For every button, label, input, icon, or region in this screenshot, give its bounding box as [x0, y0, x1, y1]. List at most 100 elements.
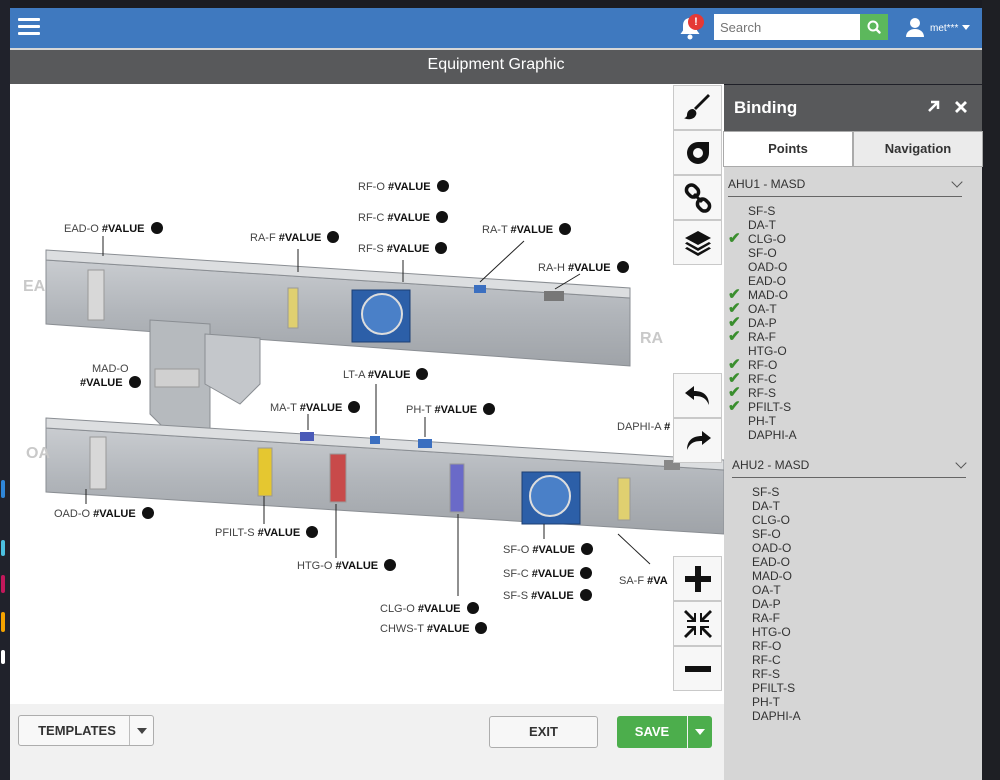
paintbrush-icon	[684, 94, 710, 120]
zoom-out-button[interactable]	[673, 646, 722, 691]
point-label-ead-o[interactable]: EAD-O #VALUE	[64, 222, 163, 235]
fit-to-screen-button[interactable]	[673, 601, 722, 646]
point-item[interactable]: OA-T	[748, 302, 777, 316]
point-label-oad-o[interactable]: OAD-O #VALUE	[54, 507, 154, 520]
layers-icon	[685, 231, 711, 256]
point-item[interactable]: RF-S	[748, 386, 776, 400]
zone-label-ea: EA	[23, 278, 46, 295]
save-button[interactable]: SAVE	[617, 716, 687, 748]
hamburger-menu-icon[interactable]	[18, 18, 40, 36]
point-label-daphi-a[interactable]: DAPHI-A #	[617, 421, 670, 433]
style-brush-button[interactable]	[673, 85, 722, 130]
point-item[interactable]: OAD-O	[748, 260, 787, 274]
point-item[interactable]: RA-F	[748, 330, 776, 344]
compress-icon	[684, 610, 712, 638]
window-top-edge	[0, 0, 1000, 8]
zone-label-ra: RA	[640, 330, 664, 347]
link-icon	[684, 183, 712, 213]
point-item[interactable]: HTG-O	[748, 344, 787, 358]
point-item[interactable]: SF-S	[752, 485, 779, 499]
notification-badge: !	[688, 14, 704, 30]
chevron-down-icon[interactable]	[962, 25, 970, 30]
equipment-graphic-canvas[interactable]: EA OA RA RF-O #VALUE RF-C #VALUE RF-S #V…	[10, 84, 724, 704]
point-item[interactable]: SF-O	[748, 246, 777, 260]
tab-points[interactable]: Points	[723, 131, 853, 167]
point-item[interactable]: EAD-O	[752, 555, 790, 569]
templates-dropdown-icon[interactable]	[137, 728, 147, 734]
point-label-clg-o[interactable]: CLG-O #VALUE	[380, 602, 479, 615]
point-label-sf-s[interactable]: SF-S #VALUE	[503, 589, 592, 602]
search-icon	[867, 20, 881, 34]
exit-button[interactable]: EXIT	[489, 716, 598, 748]
templates-button-label[interactable]: TEMPLATES	[18, 723, 136, 738]
layers-button[interactable]	[673, 220, 722, 265]
point-item[interactable]: RA-F	[752, 611, 780, 625]
popout-icon[interactable]	[925, 99, 941, 115]
point-item[interactable]: RF-O	[752, 639, 781, 653]
minus-icon	[685, 666, 711, 672]
left-window-edge	[0, 0, 10, 780]
point-label-mad-o[interactable]: MAD-O #VALUE	[80, 362, 141, 390]
point-label-htg-o[interactable]: HTG-O #VALUE	[297, 559, 397, 572]
undo-icon	[685, 386, 709, 405]
point-label-rf-o[interactable]: RF-O #VALUE	[358, 180, 449, 193]
group-header-2[interactable]: AHU2 - MASD	[732, 458, 809, 472]
point-item[interactable]: EAD-O	[748, 274, 786, 288]
point-item[interactable]: MAD-O	[752, 569, 792, 583]
point-item[interactable]: SF-S	[748, 204, 775, 218]
point-label-rf-s[interactable]: RF-S #VALUE	[358, 242, 448, 255]
point-label-sf-o[interactable]: SF-O #VALUE	[503, 543, 593, 556]
redo-icon	[687, 431, 711, 450]
point-item[interactable]: MAD-O	[748, 288, 788, 302]
point-label-sa-f[interactable]: SA-F #VA	[619, 575, 668, 587]
point-label-ra-t[interactable]: RA-T #VALUE	[482, 223, 572, 236]
point-item[interactable]: DA-P	[748, 316, 777, 330]
binding-link-button[interactable]	[673, 175, 722, 220]
close-icon[interactable]	[953, 99, 969, 115]
point-item[interactable]: PFILT-S	[752, 681, 795, 695]
point-item[interactable]: CLG-O	[752, 513, 790, 527]
point-item[interactable]: RF-S	[752, 667, 780, 681]
point-item[interactable]: HTG-O	[752, 625, 791, 639]
point-label-ra-f[interactable]: RA-F #VALUE	[250, 231, 340, 244]
component-button[interactable]	[673, 130, 722, 175]
right-window-edge	[982, 0, 1000, 780]
point-label-ra-h[interactable]: RA-H #VALUE	[538, 261, 629, 274]
point-item[interactable]: DA-P	[752, 597, 781, 611]
point-item[interactable]: CLG-O	[748, 232, 786, 246]
point-item[interactable]: RF-C	[752, 653, 781, 667]
point-item[interactable]: DA-T	[752, 499, 780, 513]
group-divider	[732, 477, 966, 478]
point-item[interactable]: PFILT-S	[748, 400, 791, 414]
redo-button[interactable]	[673, 418, 722, 463]
tab-navigation[interactable]: Navigation	[853, 131, 983, 167]
user-menu-name[interactable]: met***	[930, 23, 958, 34]
point-label-lt-a[interactable]: LT-A #VALUE	[343, 368, 429, 381]
user-avatar-icon[interactable]	[904, 16, 926, 38]
binding-panel-title: Binding	[734, 98, 798, 117]
search-input[interactable]	[714, 14, 860, 40]
point-item[interactable]: OAD-O	[752, 541, 791, 555]
point-label-chws-t[interactable]: CHWS-T #VALUE	[380, 622, 488, 635]
search-button[interactable]	[860, 14, 888, 40]
point-item[interactable]: DA-T	[748, 218, 776, 232]
bound-check-icon: ✔	[728, 230, 741, 247]
point-item[interactable]: PH-T	[752, 695, 780, 709]
point-item[interactable]: OA-T	[752, 583, 781, 597]
point-item[interactable]: DAPHI-A	[752, 709, 801, 723]
save-dropdown-button[interactable]	[688, 716, 712, 748]
ahu-duct-illustration	[45, 236, 724, 596]
group-header-1[interactable]: AHU1 - MASD	[728, 177, 805, 191]
point-label-ph-t[interactable]: PH-T #VALUE	[406, 403, 496, 416]
point-item[interactable]: DAPHI-A	[748, 428, 797, 442]
point-item[interactable]: RF-O	[748, 358, 777, 372]
undo-button[interactable]	[673, 373, 722, 418]
point-item[interactable]: PH-T	[748, 414, 776, 428]
point-label-pfilt-s[interactable]: PFILT-S #VALUE	[215, 526, 319, 539]
point-label-rf-c[interactable]: RF-C #VALUE	[358, 211, 448, 224]
point-label-ma-t[interactable]: MA-T #VALUE	[270, 401, 361, 414]
point-item[interactable]: RF-C	[748, 372, 777, 386]
zoom-in-button[interactable]	[673, 556, 722, 601]
point-label-sf-c[interactable]: SF-C #VALUE	[503, 567, 593, 580]
point-item[interactable]: SF-O	[752, 527, 781, 541]
